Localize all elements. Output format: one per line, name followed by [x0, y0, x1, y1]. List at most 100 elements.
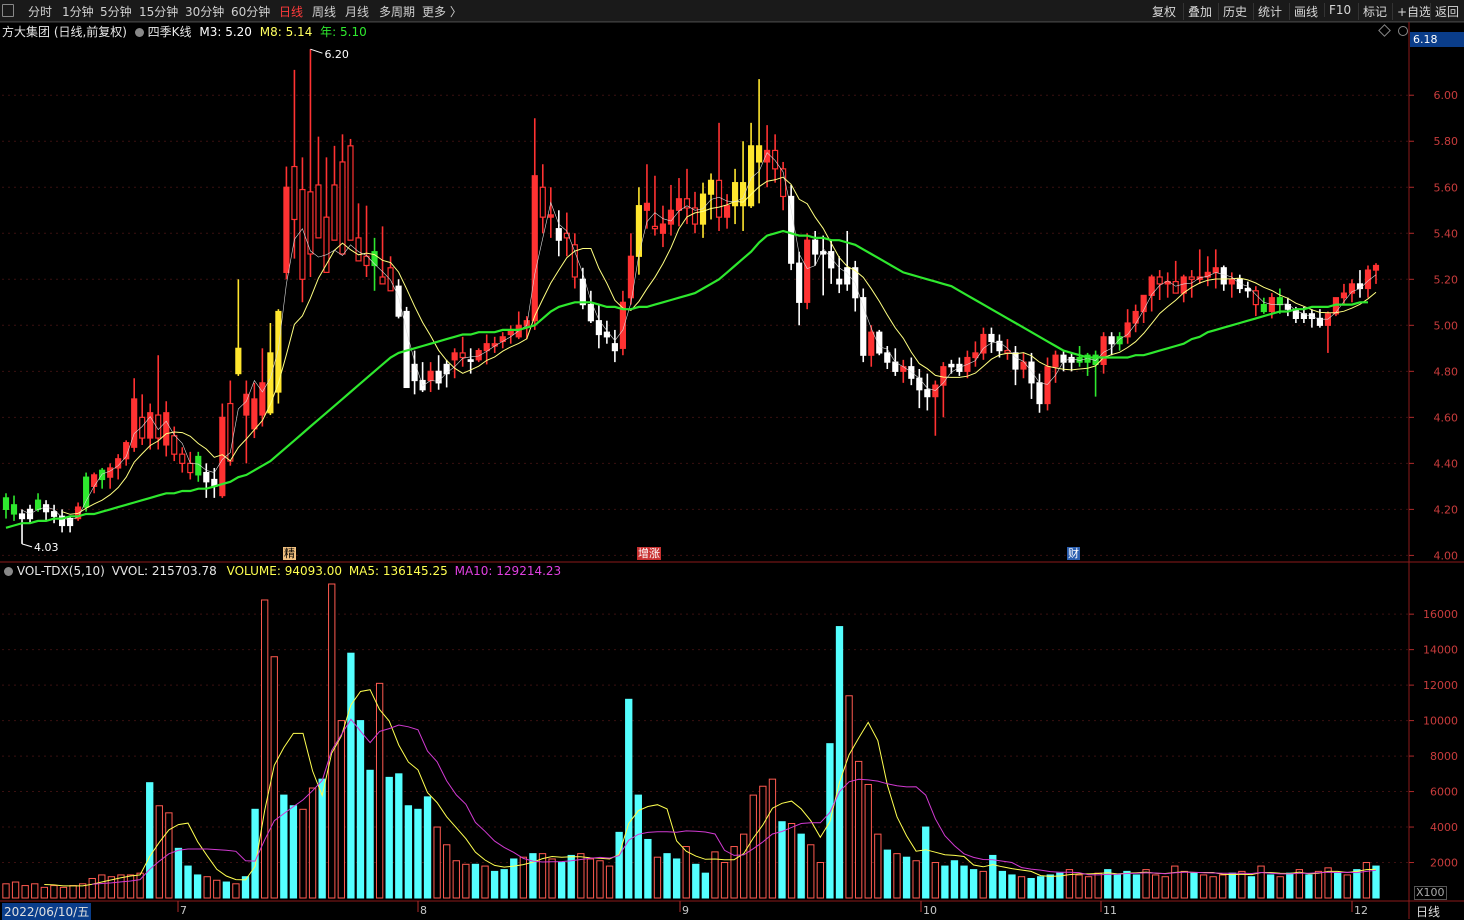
candle-body [1356, 283, 1364, 290]
volume-bar [672, 858, 681, 899]
volume-bar [31, 883, 39, 899]
event-marker-3[interactable]: 财 [1067, 547, 1080, 560]
candle-body [643, 202, 651, 211]
volume-bar [931, 862, 939, 899]
candle-body [659, 223, 667, 234]
volume-bar [1027, 877, 1035, 899]
candle-body [587, 304, 594, 322]
volume-bar [1209, 876, 1217, 899]
candle-body [547, 214, 554, 218]
volume-bar [1343, 874, 1351, 899]
volume-bar [768, 778, 777, 899]
candle-body [539, 186, 546, 218]
volume-bar [577, 853, 585, 899]
candle-body [675, 198, 683, 211]
candle-body [715, 179, 723, 218]
candle-body [988, 333, 995, 343]
volume-bar [998, 870, 1007, 899]
volume-bar [692, 863, 700, 899]
volume-bar [567, 854, 575, 899]
candle-body [131, 398, 138, 448]
volume-bar [1276, 876, 1284, 899]
volume-bar [203, 876, 211, 899]
volume-bar [1084, 876, 1093, 899]
volume-bar [2, 883, 10, 899]
volume-bar [1266, 874, 1275, 899]
volume-bar [308, 787, 317, 899]
candle-body [315, 184, 322, 239]
candle-body [651, 225, 659, 230]
volume-bar [1334, 872, 1342, 899]
volume-bar [490, 870, 499, 899]
candle-body [1228, 278, 1235, 285]
candle-body [1044, 366, 1051, 405]
bottom-tab-daily[interactable]: 日线 [1416, 903, 1440, 920]
price-axis-label: 5.00 [1434, 319, 1459, 332]
volume-bar [979, 870, 987, 899]
volume-bar [778, 821, 786, 899]
candle-body [1172, 280, 1179, 294]
price-axis-label: 4.80 [1434, 365, 1459, 378]
volume-bar [193, 874, 202, 899]
volume-bar [500, 869, 508, 899]
volume-bar [874, 833, 882, 899]
candle-body [571, 244, 578, 278]
high-label: 6.20 [324, 48, 349, 61]
volume-bar [1123, 870, 1131, 899]
date-start-label: 2022/06/10/五 [2, 903, 92, 920]
price-axis-label: 5.20 [1434, 273, 1459, 286]
month-label: 10 [923, 904, 937, 917]
volume-bar [1219, 874, 1227, 899]
volume-bar [1094, 872, 1102, 899]
volume-bar [261, 599, 269, 899]
volume-bar [50, 885, 58, 899]
volume-bar [1065, 869, 1074, 899]
event-marker-2[interactable]: 增涨 [637, 547, 661, 560]
volume-bar [174, 847, 183, 899]
volume-axis-label: 6000 [1430, 786, 1458, 799]
volume-bar [289, 805, 298, 899]
volume-bar [318, 778, 326, 899]
volume-bar [21, 885, 29, 899]
event-marker-1[interactable]: 精 [283, 547, 296, 560]
candle-body [427, 370, 434, 382]
candle-body [1372, 264, 1380, 271]
volume-bar [385, 776, 393, 899]
volume-bar [1142, 869, 1150, 899]
volume-bar [1056, 872, 1064, 899]
candle-body [932, 384, 939, 398]
candle-body [892, 361, 899, 372]
candle-body [395, 285, 402, 317]
volume-bar [883, 849, 892, 899]
volume-bar [184, 865, 192, 899]
candle-body [275, 310, 282, 393]
candle-body [1108, 336, 1115, 345]
candle-body [868, 331, 875, 356]
candle-body [1244, 287, 1251, 292]
candle-body [1100, 336, 1107, 366]
candle-body [259, 382, 266, 416]
candle-body [1324, 313, 1332, 326]
month-label: 7 [180, 904, 187, 917]
volume-bar [941, 865, 949, 899]
volume-bar [88, 877, 96, 899]
low-pointer [21, 543, 33, 548]
volume-axis-label: 14000 [1423, 644, 1458, 657]
candle-body [483, 343, 490, 352]
candle-body [884, 352, 891, 363]
low-label: 4.03 [34, 541, 59, 554]
volume-bar [663, 853, 671, 899]
candle-body [2, 497, 10, 510]
volume-bar [912, 860, 920, 899]
volume-axis-label: 4000 [1430, 821, 1458, 834]
volume-axis-label: 10000 [1423, 715, 1458, 728]
volume-toggle-icon[interactable] [4, 567, 13, 576]
candle-body [1188, 276, 1195, 280]
price-axis-label: 4.00 [1434, 549, 1459, 562]
volume-bar [1161, 876, 1169, 899]
high-pointer [310, 48, 323, 54]
volume-bar [922, 826, 930, 899]
candle-body [1036, 382, 1043, 405]
volume-indicator-name[interactable]: VOL-TDX(5,10) [17, 564, 105, 578]
candle-body [387, 267, 394, 292]
